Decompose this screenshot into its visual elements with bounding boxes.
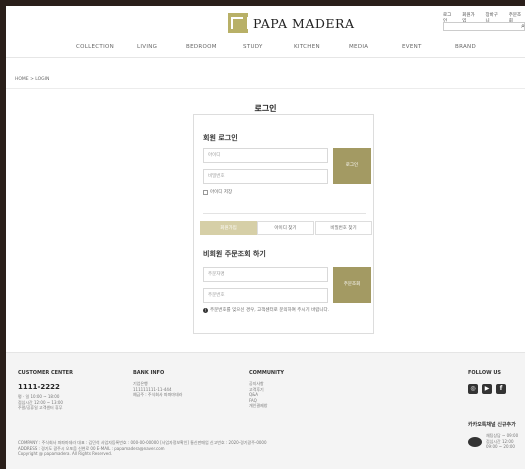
- save-id-checkbox[interactable]: 아이디 저장: [203, 189, 232, 195]
- community-links: 공지사항 고객후기 Q&A FAQ 개인결제창: [249, 381, 267, 409]
- company-info: COMPANY : 주식회사 파파마데라 대표 : 김민석 사업자등록번호 : …: [18, 440, 438, 457]
- tab-find-password[interactable]: 비밀번호 찾기: [315, 221, 372, 235]
- checkbox-icon[interactable]: [203, 189, 208, 195]
- customer-center-title: CUSTOMER CENTER: [18, 370, 73, 376]
- kakao-hours: 채팅상담 ~ 09:00 점심시간 12:00 09:00 ~ 20:00: [486, 433, 518, 450]
- sns-links: ◎ ▶ f: [468, 384, 506, 394]
- member-login-title: 회원 로그인: [203, 134, 238, 142]
- instagram-icon[interactable]: ◎: [468, 384, 478, 394]
- browser-page: PAPA MADERA 로그인 회원가입 장바구니 주문조회 ⌕ COLLECT…: [6, 6, 525, 469]
- id-input[interactable]: 아이디: [203, 148, 328, 163]
- community-title: COMMUNITY: [249, 370, 285, 376]
- kakao-title: 카카오톡채널 신규추가: [468, 422, 516, 428]
- copyright: Copyright @ papamadera. All Rights Reser…: [18, 451, 113, 456]
- nav-study[interactable]: STUDY: [243, 44, 263, 50]
- password-input[interactable]: 비밀번호: [203, 169, 328, 184]
- customer-hours: 평 · 일 10:00 ~ 18:00 점심시간 12:00 ~ 13:00 주…: [18, 394, 63, 411]
- site-header: PAPA MADERA 로그인 회원가입 장바구니 주문조회 ⌕ COLLECT…: [6, 6, 525, 62]
- community-link-payment[interactable]: 개인결제창: [249, 403, 267, 409]
- guest-notice: ! 주문번호를 잊으신 경우, 고객센터로 문의하여 주시기 바랍니다.: [203, 307, 329, 313]
- kakao-line: 09:00 ~ 20:00: [486, 444, 515, 449]
- search-input[interactable]: [443, 22, 525, 31]
- bank-info: 기업은행 111111111-11-444 예금주 : 주식회사 파파마데라: [133, 381, 182, 398]
- main-nav: COLLECTION LIVING BEDROOM STUDY KITCHEN …: [6, 44, 525, 58]
- youtube-icon[interactable]: ▶: [482, 384, 492, 394]
- logo-text: PAPA MADERA: [253, 15, 355, 31]
- login-button[interactable]: 로그인: [333, 148, 371, 184]
- breadcrumb: HOME > LOGIN: [15, 77, 50, 82]
- nav-collection[interactable]: COLLECTION: [76, 44, 114, 50]
- guest-order-title: 비회원 주문조회 하기: [203, 250, 266, 258]
- save-id-label: 아이디 저장: [210, 190, 233, 195]
- follow-us-title: FOLLOW US: [468, 370, 502, 376]
- orderer-name-input[interactable]: 주문자명: [203, 267, 328, 282]
- tab-join[interactable]: 회원가입: [200, 221, 257, 235]
- customer-phone: 1111-2222: [18, 383, 60, 391]
- login-panel: 회원 로그인 아이디 비밀번호 로그인 아이디 저장 회원가입 아이디 찾기 비…: [193, 114, 374, 334]
- hours-line: 평 · 일 10:00 ~ 18:00: [18, 394, 60, 399]
- search-icon[interactable]: ⌕: [521, 22, 525, 31]
- page-title: 로그인: [254, 104, 277, 113]
- nav-kitchen[interactable]: KITCHEN: [294, 44, 320, 50]
- kakao-line: 채팅상담 ~ 09:00: [486, 433, 519, 438]
- facebook-icon[interactable]: f: [496, 384, 506, 394]
- nav-event[interactable]: EVENT: [402, 44, 422, 50]
- bank-line: 예금주 : 주식회사 파파마데라: [133, 392, 183, 397]
- tab-find-id[interactable]: 아이디 찾기: [257, 221, 314, 235]
- order-number-input[interactable]: 주문번호: [203, 288, 328, 303]
- order-lookup-button[interactable]: 주문조회: [333, 267, 371, 303]
- breadcrumb-divider: [6, 88, 525, 89]
- section-divider: [203, 213, 366, 214]
- info-icon: !: [203, 307, 208, 313]
- hours-line: 주말/공휴일 고객센터 휴무: [18, 405, 63, 410]
- kakao-chat-icon[interactable]: [468, 437, 482, 447]
- nav-brand[interactable]: BRAND: [455, 44, 476, 50]
- logo-mark-icon: [228, 13, 249, 33]
- bank-info-title: BANK INFO: [133, 370, 165, 376]
- nav-media[interactable]: MEDIA: [349, 44, 368, 50]
- notice-text: 주문번호를 잊으신 경우, 고객센터로 문의하여 주시기 바랍니다.: [210, 308, 330, 313]
- site-logo[interactable]: PAPA MADERA: [228, 13, 354, 33]
- nav-living[interactable]: LIVING: [137, 44, 157, 50]
- nav-bedroom[interactable]: BEDROOM: [186, 44, 217, 50]
- site-footer: CUSTOMER CENTER 1111-2222 평 · 일 10:00 ~ …: [6, 352, 525, 469]
